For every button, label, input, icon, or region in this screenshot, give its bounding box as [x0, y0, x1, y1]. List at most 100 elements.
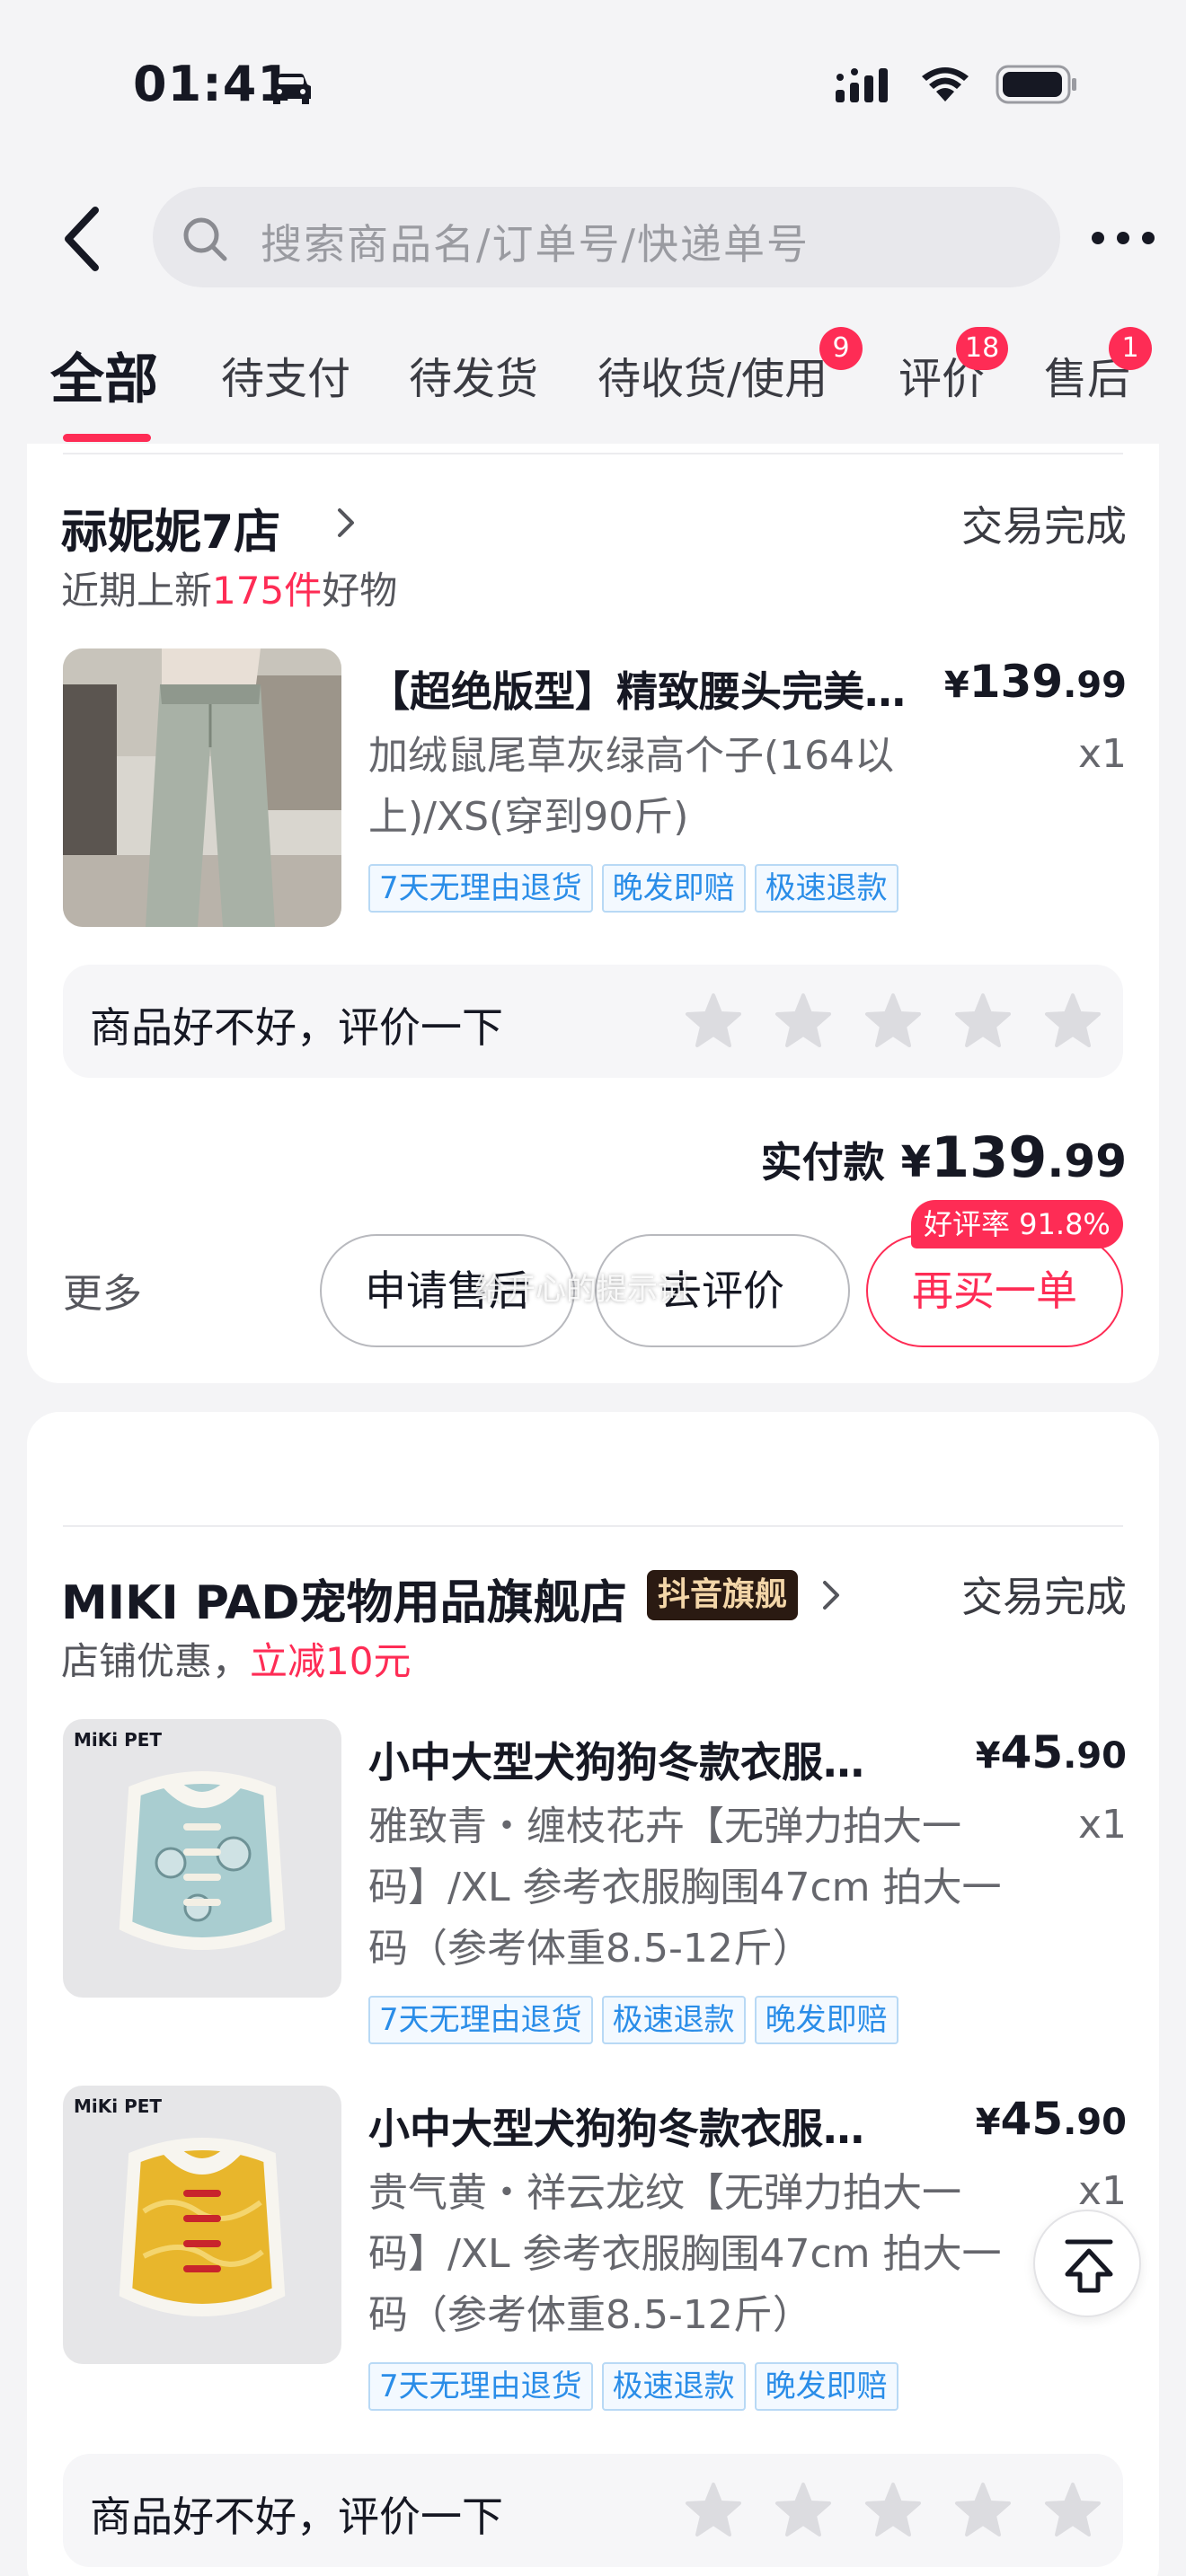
star-icon[interactable]: [954, 2481, 1012, 2538]
tab-badge-after-sales: 1: [1109, 327, 1152, 370]
star-icon[interactable]: [864, 992, 922, 1049]
jeans-photo: [63, 648, 341, 927]
paid-currency: ¥: [900, 1137, 931, 1187]
header: 搜索商品名/订单号/快递单号: [0, 171, 1186, 305]
shop-subtitle: 近期上新175件好物: [61, 560, 397, 615]
svg-text:MiKi PET: MiKi PET: [74, 2095, 162, 2117]
tab-all[interactable]: 全部: [50, 336, 158, 414]
product-image[interactable]: [63, 648, 341, 927]
shop-subtitle-highlight: 立减10元: [250, 1639, 412, 1683]
product-title[interactable]: 【超绝版型】精致腰头完美…: [368, 659, 925, 719]
price-integer: 45: [1000, 1726, 1064, 1778]
divider: [63, 1525, 1123, 1527]
shop-name[interactable]: MIKI PAD宠物用品旗舰店: [61, 1565, 627, 1632]
service-tags: 7天无理由退货 晚发即赔 极速退款: [368, 864, 898, 913]
buy-again-button[interactable]: 再买一单: [866, 1234, 1123, 1347]
price-integer: 45: [1000, 2093, 1064, 2145]
product-price: ¥45.90: [976, 2093, 1127, 2145]
tab-badge-pending-receipt: 9: [819, 327, 863, 370]
product-spec: 加绒鼠尾草灰绿高个子(164以上)/XS(穿到90斤): [368, 733, 895, 840]
driving-mode-icon: [271, 74, 311, 104]
price-currency: ¥: [975, 2102, 1001, 2143]
tab-pending-receipt[interactable]: 待收货/使用: [597, 343, 828, 406]
order-card[interactable]: MIKI PAD宠物用品旗舰店 抖音旗舰 交易完成 店铺优惠，立减10元 MiK…: [27, 1412, 1159, 2576]
star-icon[interactable]: [685, 2481, 742, 2538]
back-icon[interactable]: [56, 203, 110, 275]
product-image[interactable]: MiKi PET: [63, 1719, 341, 1998]
price-decimal: .90: [1063, 1735, 1127, 1777]
shop-subtitle-prefix: 店铺优惠，: [61, 1639, 251, 1683]
product-quantity: x1: [1077, 2168, 1127, 2214]
price-integer: 139: [969, 656, 1064, 708]
product-price: ¥139.99: [944, 656, 1127, 708]
status-bar: 01:41: [0, 0, 1186, 171]
service-tag: 极速退款: [754, 864, 898, 913]
battery-icon: [996, 65, 1076, 104]
tab-pending-shipment[interactable]: 待发货: [409, 343, 538, 406]
service-tag: 极速退款: [601, 2362, 746, 2411]
star-icon[interactable]: [864, 2481, 922, 2538]
paid-amount: 实付款 ¥139.99: [761, 1125, 1127, 1190]
service-tags: 7天无理由退货 极速退款 晚发即赔: [368, 1996, 898, 2044]
rating-stars[interactable]: [685, 992, 1102, 1049]
product-title[interactable]: 小中大型犬狗狗冬款衣服…: [368, 2096, 925, 2156]
back-to-top-icon: [1065, 2239, 1113, 2293]
rating-stars[interactable]: [685, 2481, 1102, 2538]
product-spec: 贵气黄・祥云龙纹【无弹力拍大一码】/XL 参考衣服胸围47cm 拍大一码（参考体…: [368, 2170, 1002, 2338]
svg-text:MiKi PET: MiKi PET: [74, 1729, 162, 1751]
shop-subtitle: 店铺优惠，立减10元: [61, 1631, 411, 1686]
service-tag: 7天无理由退货: [368, 1996, 593, 2044]
order-status: 交易完成: [961, 1573, 1127, 1621]
paid-decimal: .99: [1047, 1135, 1127, 1187]
search-placeholder: 搜索商品名/订单号/快递单号: [261, 220, 810, 269]
paid-integer: 139: [931, 1125, 1048, 1190]
review-prompt-label: 商品好不好，评价一下: [90, 2492, 503, 2541]
price-decimal: .90: [1063, 2102, 1127, 2143]
shop-subtitle-prefix: 近期上新: [61, 569, 213, 613]
product-price: ¥45.90: [976, 1726, 1127, 1778]
review-prompt-bar[interactable]: 商品好不好，评价一下: [63, 965, 1123, 1078]
active-tab-indicator: [63, 434, 151, 442]
star-icon[interactable]: [1044, 2481, 1102, 2538]
order-status: 交易完成: [961, 502, 1127, 551]
order-card[interactable]: 祘妮妮7店 交易完成 近期上新175件好物 【超绝版型】精致腰头完美… ¥139…: [27, 444, 1159, 1383]
more-actions-link[interactable]: 更多: [63, 1261, 142, 1319]
star-icon[interactable]: [685, 992, 742, 1049]
service-tag: 晚发即赔: [601, 864, 746, 913]
tab-pending-payment[interactable]: 待支付: [221, 343, 350, 406]
flagship-badge: 抖音旗舰: [647, 1570, 799, 1620]
cellular-signal-icon: [836, 68, 888, 102]
product-spec: 雅致青・缠枝花卉【无弹力拍大一码】/XL 参考衣服胸围47cm 拍大一码（参考体…: [368, 1804, 1002, 1972]
product-quantity: x1: [1077, 1802, 1127, 1848]
chevron-right-icon[interactable]: [332, 503, 359, 543]
more-options-icon[interactable]: [1092, 225, 1155, 251]
divider: [63, 453, 1123, 454]
shop-subtitle-suffix: 好物: [322, 569, 398, 613]
shop-name[interactable]: 祘妮妮7店: [61, 494, 280, 561]
star-icon[interactable]: [774, 992, 832, 1049]
shop-subtitle-highlight: 175件: [212, 569, 323, 613]
service-tag: 晚发即赔: [754, 1996, 898, 2044]
overlay-toast: 给开心的提示词: [474, 1272, 688, 1308]
paid-label: 实付款: [760, 1138, 885, 1187]
chevron-right-icon[interactable]: [818, 1575, 845, 1615]
service-tag: 7天无理由退货: [368, 864, 593, 913]
review-prompt-bar[interactable]: 商品好不好，评价一下: [63, 2454, 1123, 2567]
service-tags: 7天无理由退货 极速退款 晚发即赔: [368, 2362, 898, 2411]
tab-badge-reviews: 18: [956, 327, 1009, 370]
product-title[interactable]: 小中大型犬狗狗冬款衣服…: [368, 1730, 925, 1789]
star-icon[interactable]: [1044, 992, 1102, 1049]
search-input[interactable]: 搜索商品名/订单号/快递单号: [153, 187, 1060, 287]
wifi-icon: [922, 67, 969, 101]
yellow-dog-vest: MiKi PET: [63, 2086, 341, 2364]
star-icon[interactable]: [774, 2481, 832, 2538]
order-tabs: 全部 待支付 待发货 待收货/使用 9 评价 18 售后 1: [0, 305, 1186, 442]
positive-rate-badge: 好评率 91.8%: [911, 1200, 1123, 1248]
back-to-top-button[interactable]: [1033, 2210, 1141, 2317]
price-currency: ¥: [943, 665, 969, 706]
search-icon: [183, 217, 227, 261]
star-icon[interactable]: [954, 992, 1012, 1049]
price-currency: ¥: [975, 1735, 1001, 1777]
service-tag: 晚发即赔: [754, 2362, 898, 2411]
product-image[interactable]: MiKi PET: [63, 2086, 341, 2364]
